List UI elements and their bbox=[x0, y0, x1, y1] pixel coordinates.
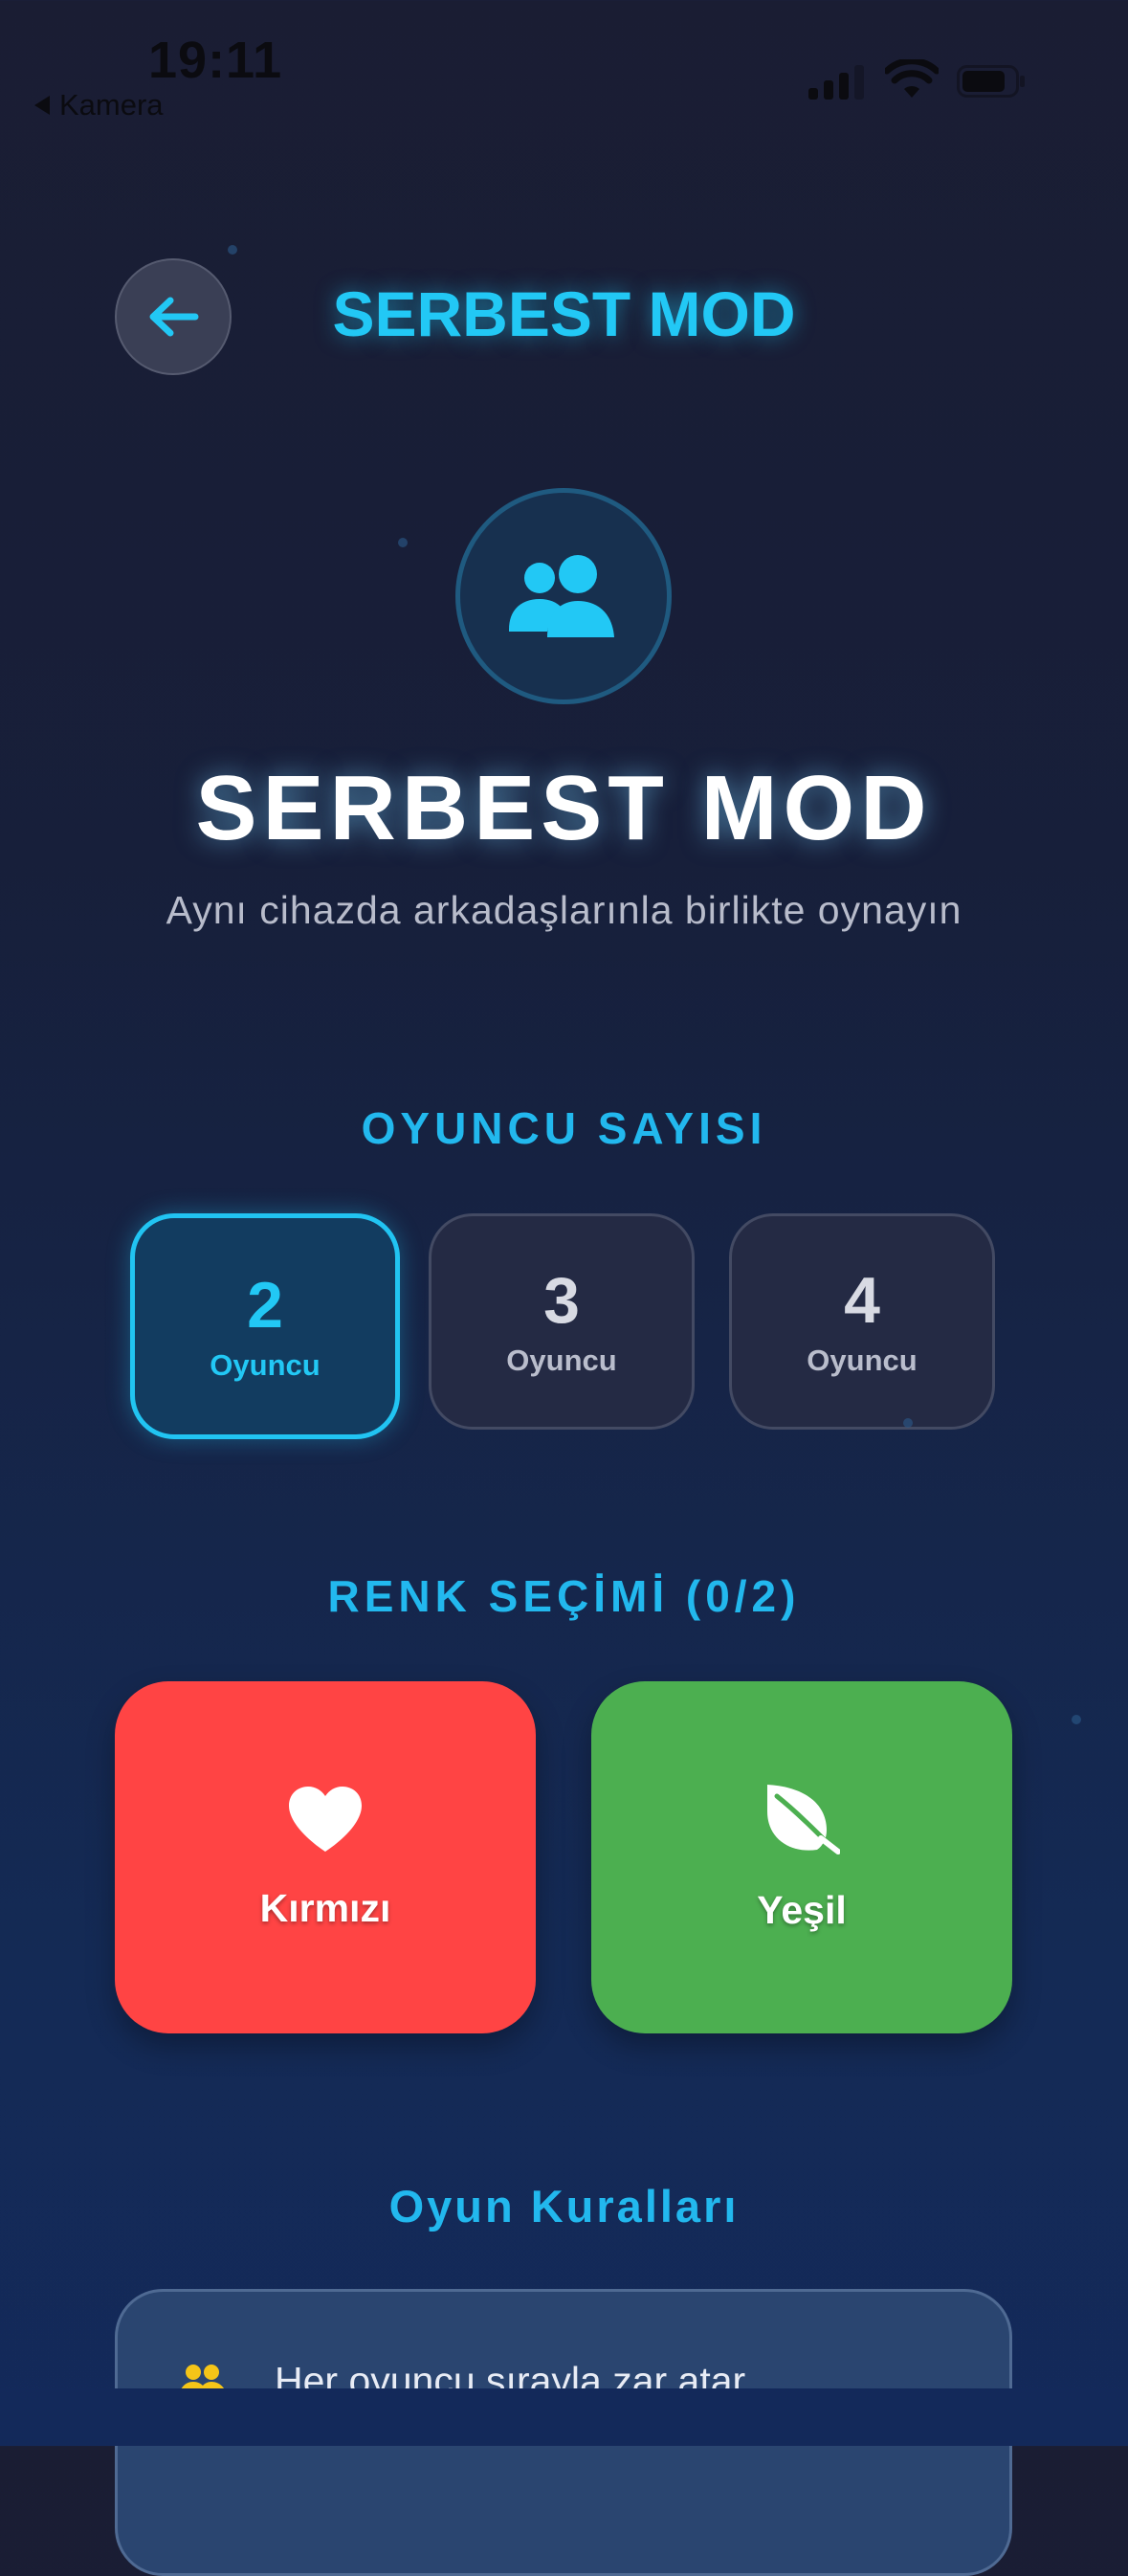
rules-heading: Oyun Kuralları bbox=[388, 2181, 740, 2232]
back-app-label: Kamera bbox=[59, 88, 164, 122]
player-option-4[interactable]: 4 Oyuncu bbox=[729, 1213, 995, 1430]
player-option-2[interactable]: 2 Oyuncu bbox=[130, 1213, 400, 1439]
back-triangle-icon bbox=[34, 96, 50, 115]
users-icon bbox=[509, 555, 614, 637]
back-to-app-link[interactable]: Kamera bbox=[34, 88, 164, 122]
color-option-label: Yeşil bbox=[757, 1887, 847, 1932]
player-option-number: 2 bbox=[247, 1269, 283, 1342]
player-option-number: 3 bbox=[543, 1264, 580, 1337]
mode-subtitle: Aynı cihazda arkadaşlarınla birlikte oyn… bbox=[166, 888, 962, 932]
status-time: 19:11 bbox=[148, 32, 283, 89]
player-option-3[interactable]: 3 Oyuncu bbox=[429, 1213, 695, 1430]
player-option-label: Oyuncu bbox=[210, 1348, 321, 1382]
decor-dot bbox=[228, 245, 237, 255]
color-option-label: Kırmızı bbox=[259, 1885, 391, 1930]
player-option-label: Oyuncu bbox=[807, 1344, 918, 1377]
mode-icon-badge bbox=[455, 488, 672, 704]
color-option-green[interactable]: Yeşil bbox=[591, 1681, 1012, 2033]
wifi-icon bbox=[885, 59, 939, 98]
battery-icon bbox=[957, 65, 1025, 98]
decor-dot bbox=[1072, 1715, 1081, 1724]
color-option-red[interactable]: Kırmızı bbox=[115, 1681, 536, 2033]
bottom-edge bbox=[0, 2388, 1128, 2446]
color-selection-heading: RENK SEÇİMİ (0/2) bbox=[327, 1571, 801, 1621]
player-count-heading: OYUNCU SAYISI bbox=[361, 1103, 767, 1153]
leaf-icon bbox=[767, 1784, 840, 1854]
player-option-number: 4 bbox=[844, 1264, 880, 1337]
decor-dot bbox=[398, 538, 408, 547]
mode-title: SERBEST MOD bbox=[195, 757, 933, 859]
heart-icon bbox=[289, 1786, 362, 1852]
signal-icon bbox=[808, 61, 864, 100]
decor-dot bbox=[903, 1418, 913, 1428]
header-title: SERBEST MOD bbox=[332, 278, 796, 349]
player-option-label: Oyuncu bbox=[506, 1344, 617, 1377]
